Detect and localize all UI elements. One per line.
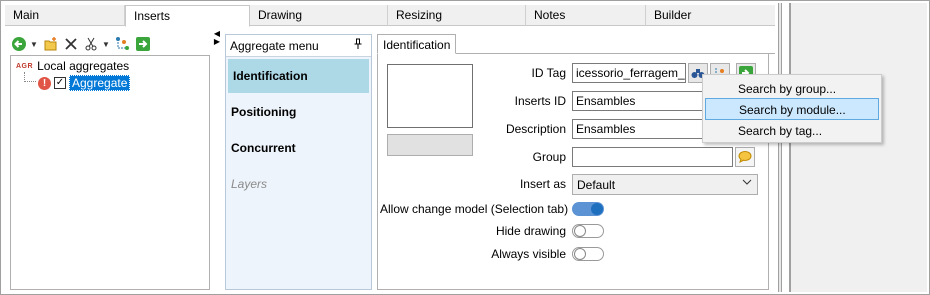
tree-item-label: Aggregate [69, 75, 131, 91]
tab-notes[interactable]: Notes [526, 5, 646, 26]
description-label: Description [505, 122, 566, 136]
inserts-id-label: Inserts ID [514, 94, 566, 108]
delete-x-icon[interactable] [62, 35, 80, 53]
search-context-menu: Search by group... Search by module... S… [702, 74, 882, 143]
back-green-icon[interactable] [10, 35, 28, 53]
pin-icon[interactable] [353, 38, 363, 53]
export-green-icon[interactable] [134, 35, 152, 53]
scissors-icon[interactable] [82, 35, 100, 53]
id-tag-field[interactable]: icessorio_ferragem_a [572, 63, 686, 83]
menu-item-identification[interactable]: Identification [228, 59, 369, 93]
id-tag-label: ID Tag [531, 66, 566, 80]
chevron-down-icon [742, 177, 752, 190]
preview-image [387, 64, 473, 128]
toggle-knob [574, 225, 586, 237]
menu-search-by-tag[interactable]: Search by tag... [705, 120, 879, 142]
dropdown-arrow-icon[interactable]: ▼ [30, 40, 38, 49]
collapse-splitter[interactable]: ◀ ▶ [213, 30, 221, 46]
agr-badge-icon: AGR [16, 62, 34, 70]
new-folder-icon[interactable] [42, 35, 60, 53]
tab-resizing[interactable]: Resizing [388, 5, 526, 26]
right-empty-pane [791, 3, 927, 292]
preview-button[interactable] [387, 134, 473, 156]
ribbon-tab-strip: Main Inserts Drawing Resizing Notes Buil… [5, 5, 775, 27]
group-field[interactable] [572, 147, 733, 167]
hide-drawing-label: Hide drawing [495, 224, 566, 238]
tab-drawing[interactable]: Drawing [250, 5, 388, 26]
menu-item-positioning[interactable]: Positioning [226, 95, 371, 129]
always-visible-label: Always visible [491, 247, 566, 261]
aggregate-menu-panel: Aggregate menu Identification Positionin… [225, 34, 372, 290]
tab-label: Main [13, 8, 40, 22]
tab-label: Identification [383, 38, 451, 52]
tab-label: Drawing [258, 8, 303, 22]
tab-builder[interactable]: Builder [646, 5, 775, 26]
allow-change-model-label: Allow change model (Selection tab) [380, 202, 569, 216]
popup-item-label: Search by group... [738, 82, 837, 96]
tab-label: Builder [654, 8, 692, 22]
menu-item-layers: Layers [226, 167, 371, 201]
tab-label: Inserts [134, 9, 171, 23]
tab-divider [455, 53, 775, 54]
always-visible-toggle[interactable] [572, 247, 604, 261]
tree-root-label: Local aggregates [37, 59, 130, 73]
insert-as-select[interactable]: Default [572, 174, 758, 195]
tab-inserts[interactable]: Inserts [125, 5, 250, 27]
popup-item-label: Search by module... [739, 103, 846, 117]
aggregate-checkbox[interactable]: ✓ [54, 77, 66, 89]
menu-item-label: Identification [233, 69, 308, 83]
tab-main[interactable]: Main [5, 5, 125, 26]
error-icon: ! [38, 76, 51, 90]
group-label: Group [532, 150, 566, 164]
menu-item-label: Layers [231, 177, 268, 191]
aggregate-tree[interactable]: AGR Local aggregates ! ✓ Aggregate [10, 55, 210, 290]
popup-item-label: Search by tag... [738, 124, 823, 138]
menu-search-by-group[interactable]: Search by group... [705, 78, 879, 100]
menu-item-label: Concurrent [231, 141, 296, 155]
toggle-knob [591, 203, 603, 215]
tab-label: Resizing [396, 8, 443, 22]
expand-right-icon: ▶ [213, 37, 221, 46]
tree-item-aggregate[interactable]: ! ✓ Aggregate [38, 75, 131, 91]
dropdown-arrow-icon[interactable]: ▼ [102, 40, 110, 49]
allow-change-model-toggle[interactable] [572, 202, 604, 216]
menu-search-by-module[interactable]: Search by module... [705, 98, 879, 120]
insert-as-label: Insert as [519, 177, 566, 191]
tab-identification[interactable]: Identification [377, 34, 457, 54]
tree-root-local-aggregates[interactable]: AGR Local aggregates [16, 59, 129, 73]
chat-bubble-icon[interactable] [735, 147, 755, 167]
aggregate-menu-title: Aggregate menu [230, 39, 319, 53]
menu-item-label: Positioning [231, 105, 297, 119]
menu-item-concurrent[interactable]: Concurrent [226, 131, 371, 165]
toggle-knob [574, 248, 586, 260]
tree-connector [24, 72, 36, 82]
vertical-splitter[interactable] [778, 3, 782, 292]
tree-toolbar: ▼ ▼ [10, 34, 154, 54]
tree-link-icon[interactable] [114, 35, 132, 53]
hide-drawing-toggle[interactable] [572, 224, 604, 238]
tab-label: Notes [534, 8, 566, 22]
aggregate-menu-header: Aggregate menu [226, 35, 371, 57]
insert-as-value: Default [577, 178, 616, 192]
